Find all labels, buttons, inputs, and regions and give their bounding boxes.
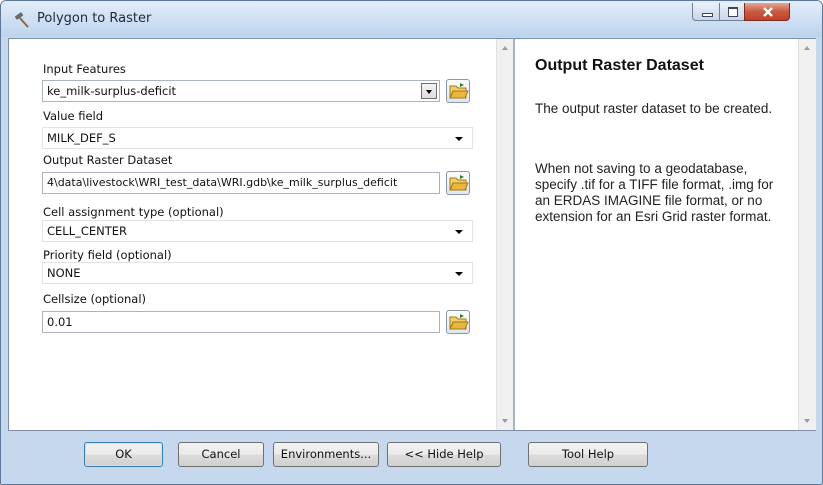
help-paragraph-1: The output raster dataset to be created. [535,101,773,116]
parameters-panel: Input Features ke_milk-surplus-deficit V… [9,39,496,430]
hammer-tool-icon [14,12,29,28]
output-raster-value: 4\data\livestock\WRI_test_data\WRI.gdb\k… [47,176,398,189]
scroll-down-icon[interactable] [804,419,810,423]
priority-field-dropdown[interactable]: NONE [42,262,473,284]
minimize-icon [702,13,713,17]
chevron-down-icon [455,272,463,276]
close-button[interactable] [744,3,790,21]
value-field-label: Value field [43,109,104,123]
minimize-button[interactable] [692,3,720,21]
dialog-window: Polygon to Raster Input Features ke_milk… [0,0,823,485]
maximize-icon [728,7,738,17]
folder-open-icon [449,314,469,330]
output-raster-browse-button[interactable] [446,171,470,195]
folder-open-icon [449,175,469,191]
value-field-value: MILK_DEF_S [47,131,116,145]
cellsize-label: Cellsize (optional) [43,292,147,306]
environments-button[interactable]: Environments... [273,442,379,467]
help-paragraph-2: When not saving to a geodatabase, specif… [535,161,774,224]
output-raster-input[interactable]: 4\data\livestock\WRI_test_data\WRI.gdb\k… [42,172,440,194]
scroll-up-icon[interactable] [804,46,810,50]
title-bar[interactable]: Polygon to Raster [1,1,822,37]
input-features-value: ke_milk-surplus-deficit [47,84,177,98]
chevron-down-icon [455,230,463,234]
folder-open-icon [449,83,469,99]
cellsize-browse-button[interactable] [446,310,470,334]
priority-field-label: Priority field (optional) [43,248,172,262]
input-features-combo[interactable]: ke_milk-surplus-deficit [42,80,440,102]
output-raster-label: Output Raster Dataset [43,153,173,167]
close-icon [763,7,773,17]
value-field-dropdown[interactable]: MILK_DEF_S [42,127,473,149]
cell-assignment-label: Cell assignment type (optional) [43,205,224,219]
help-title: Output Raster Dataset [535,57,704,74]
window-title: Polygon to Raster [37,11,152,26]
cellsize-input[interactable]: 0.01 [42,311,440,333]
chevron-down-icon [455,137,463,141]
input-features-label: Input Features [43,62,126,76]
help-scrollbar[interactable] [798,39,816,430]
maximize-button[interactable] [719,3,745,21]
priority-field-value: NONE [47,266,81,280]
parameters-scrollbar[interactable] [496,39,514,430]
cell-assignment-value: CELL_CENTER [47,224,128,238]
scroll-up-icon[interactable] [502,46,508,50]
tool-help-button[interactable]: Tool Help [528,442,648,467]
cancel-button[interactable]: Cancel [178,442,264,467]
help-panel: Output Raster Dataset The output raster … [515,39,798,430]
cellsize-value: 0.01 [47,315,73,329]
dialog-body: Input Features ke_milk-surplus-deficit V… [8,38,816,431]
chevron-down-icon[interactable] [421,83,437,99]
input-features-browse-button[interactable] [446,79,470,103]
ok-button[interactable]: OK [84,442,163,467]
hide-help-button[interactable]: << Hide Help [387,442,501,467]
cell-assignment-dropdown[interactable]: CELL_CENTER [42,220,473,242]
scroll-down-icon[interactable] [502,419,508,423]
